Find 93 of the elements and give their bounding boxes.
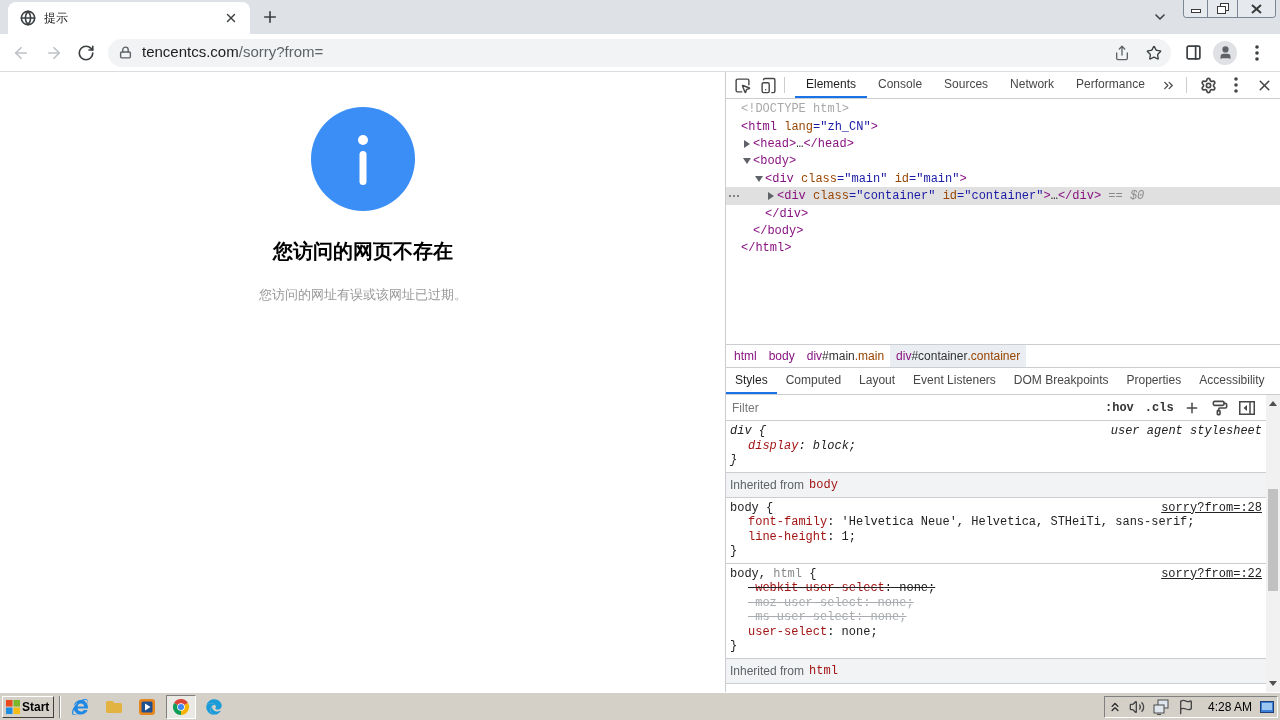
inherited-from-label: Inherited from <box>730 662 805 680</box>
chrome-icon <box>172 698 189 715</box>
css-declaration[interactable]: line-height: 1; <box>748 529 857 544</box>
close-icon <box>224 11 238 25</box>
scroll-down-arrow-icon[interactable] <box>1269 681 1277 686</box>
stylesheet-origin: user agent stylesheet <box>1110 424 1262 439</box>
minimize-icon <box>1190 9 1201 13</box>
styles-tab[interactable]: Event Listeners <box>904 368 1005 394</box>
media-player-icon <box>139 698 155 715</box>
inspect-icon <box>733 76 751 94</box>
dom-node[interactable]: <body> <box>753 152 797 171</box>
edge-icon <box>206 698 222 715</box>
devtools-tab[interactable]: Sources <box>933 72 1000 98</box>
devtools-tab[interactable]: Console <box>867 72 934 98</box>
globe-icon <box>20 10 36 26</box>
sidebar-toggle-icon <box>1238 400 1255 415</box>
css-declaration[interactable]: display: block; <box>748 438 857 453</box>
device-icon <box>759 76 777 94</box>
closing-brace: } <box>730 639 738 653</box>
profile-button[interactable] <box>1213 40 1237 65</box>
folder-icon <box>105 698 122 715</box>
devtools-tab[interactable]: Elements <box>795 72 868 98</box>
scrollbar-track[interactable] <box>1266 395 1280 692</box>
styles-tab[interactable]: Accessibility <box>1190 368 1274 394</box>
paint-roller-icon <box>1211 399 1228 416</box>
settings-icon <box>1199 76 1217 94</box>
breadcrumb-item[interactable]: div#main.main <box>800 345 891 367</box>
caret-right-icon[interactable] <box>768 192 774 201</box>
inherited-node-link[interactable]: body <box>809 475 838 494</box>
restore-button[interactable] <box>1207 0 1237 17</box>
devtools-tab[interactable]: Performance <box>1065 72 1156 98</box>
css-declaration[interactable]: -webkit-user-select: none; <box>748 581 936 595</box>
info-icon <box>310 107 415 211</box>
css-declaration[interactable]: user-select: none; <box>748 624 878 639</box>
inherited-from-label: Inherited from <box>730 476 805 494</box>
browser-tab[interactable]: 提示 <box>8 2 250 34</box>
network-icon[interactable] <box>1153 698 1169 715</box>
closing-brace: } <box>730 453 738 467</box>
source-link[interactable]: sorry?from=:28 <box>1161 500 1262 515</box>
css-selector[interactable]: body, html { <box>730 566 817 581</box>
scroll-up-arrow-icon[interactable] <box>1269 401 1277 406</box>
breadcrumb-item[interactable]: html <box>728 345 763 367</box>
windows-flag-icon <box>6 699 20 714</box>
dom-node[interactable]: <head>…</head> <box>753 135 854 153</box>
internet-explorer-icon <box>72 698 88 715</box>
dom-closing-tag[interactable]: </div> <box>765 204 809 223</box>
reload-icon <box>77 43 95 62</box>
show-desktop-icon[interactable] <box>1260 700 1274 713</box>
caret-right-icon[interactable] <box>744 139 750 148</box>
close-icon <box>1251 3 1262 14</box>
kebab-menu-icon <box>1234 77 1238 93</box>
url-text[interactable]: tencentcs.com/sorry?from= <box>142 41 324 64</box>
caret-down-icon[interactable] <box>743 158 751 165</box>
closing-brace: } <box>730 544 738 558</box>
share-icon <box>1114 44 1130 61</box>
error-message: 您访问的网址有误或该网址已过期。 <box>258 287 467 303</box>
flag-icon[interactable] <box>1178 698 1194 715</box>
css-selector[interactable]: div { <box>730 424 766 439</box>
breadcrumb-item[interactable]: body <box>762 345 801 367</box>
page-title: 您访问的网页不存在 <box>272 239 453 263</box>
styles-tab[interactable]: Layout <box>850 368 905 394</box>
breadcrumb-item[interactable]: div#container.container <box>890 345 1027 367</box>
devtools-tab[interactable]: Network <box>999 72 1066 98</box>
kebab-menu-icon <box>1255 44 1259 61</box>
inherited-node-link[interactable]: html <box>809 661 838 680</box>
lock-icon <box>119 46 132 59</box>
scrollbar-thumb[interactable] <box>1268 489 1278 591</box>
star-icon <box>1146 44 1162 61</box>
taskbar-app-button[interactable] <box>165 694 196 719</box>
styles-tab[interactable]: Properties <box>1117 368 1191 394</box>
close-window-button[interactable] <box>1237 0 1275 17</box>
side-panel-icon <box>1184 44 1202 61</box>
plus-icon <box>261 8 279 26</box>
styles-tab[interactable]: Computed <box>776 368 851 394</box>
dom-closing-tag[interactable]: </body> <box>753 221 804 240</box>
dom-closing-tag[interactable]: </html> <box>741 239 792 258</box>
caret-down-icon[interactable] <box>755 175 763 182</box>
styles-tab[interactable]: DOM Breakpoints <box>1004 368 1118 394</box>
more-dots-icon[interactable] <box>728 195 739 198</box>
source-link[interactable]: sorry?from=:22 <box>1161 566 1262 581</box>
dom-node[interactable]: <html lang="zh_CN"> <box>741 117 878 136</box>
dom-node[interactable]: <div class="container" id="container">…</div> == $0 <box>777 187 1145 206</box>
state-toggle-button[interactable]: .cls <box>1140 398 1178 417</box>
restore-icon <box>1216 3 1229 14</box>
css-selector[interactable]: body { <box>730 500 774 515</box>
person-icon <box>1217 45 1233 60</box>
start-button[interactable]: Start <box>2 695 54 718</box>
css-declaration[interactable]: font-family: 'Helvetica Neue', Helvetica, STHeiTi, sans-serif; <box>748 515 1195 529</box>
address-bar[interactable]: tencentcs.com/sorry?from= <box>108 38 1171 67</box>
speaker-icon[interactable] <box>1129 698 1145 715</box>
dom-node[interactable]: <div class="main" id="main"> <box>765 169 967 188</box>
state-toggle-button[interactable]: :hov <box>1101 398 1138 417</box>
minimize-button[interactable] <box>1184 0 1207 17</box>
